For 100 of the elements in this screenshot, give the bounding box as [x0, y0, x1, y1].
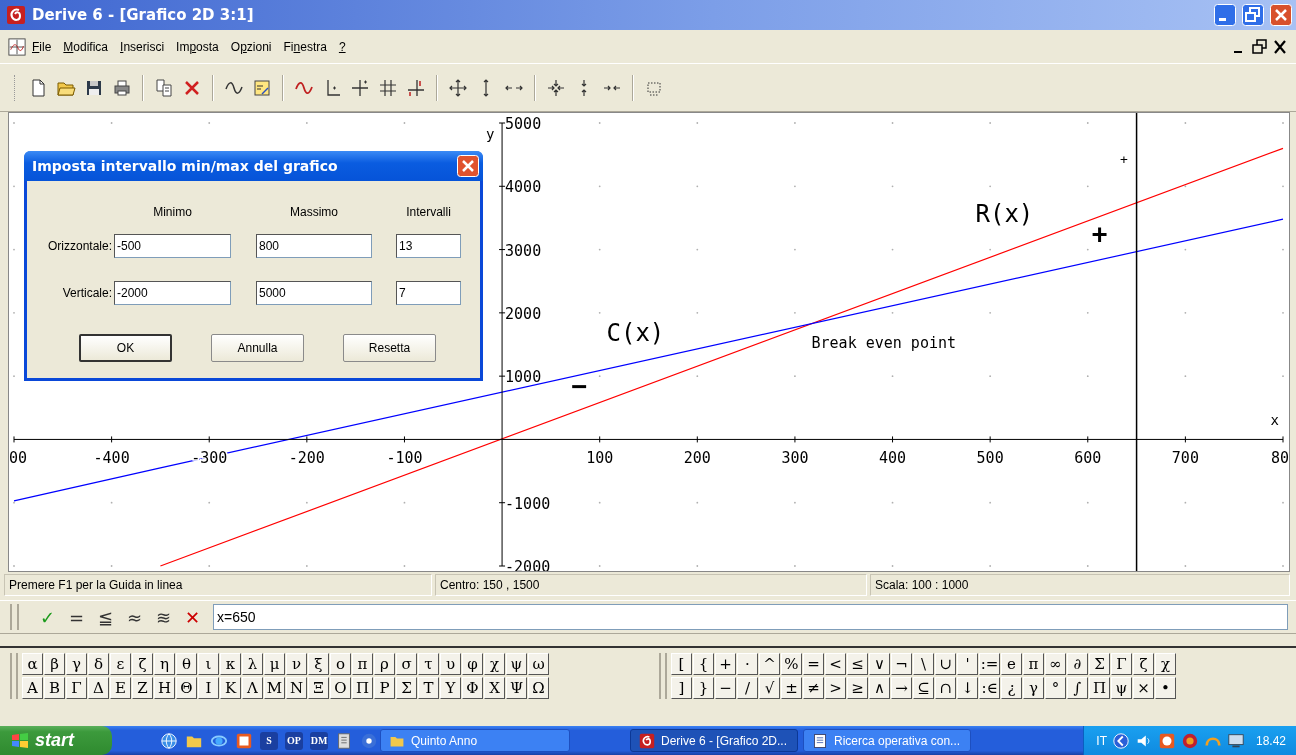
menu-item[interactable]: Inserisci: [114, 37, 171, 56]
symbol-key[interactable]: ×: [1133, 677, 1154, 699]
symbol-key[interactable]: τ: [418, 653, 439, 675]
symbol-key[interactable]: π: [352, 653, 373, 675]
symbol-key[interactable]: <: [825, 653, 846, 675]
symbol-key[interactable]: β: [44, 653, 65, 675]
entry-button[interactable]: =: [62, 604, 91, 630]
symbol-key[interactable]: X: [484, 677, 505, 699]
symbol-key[interactable]: φ: [462, 653, 483, 675]
symbol-key[interactable]: +: [715, 653, 736, 675]
symbol-key[interactable]: σ: [396, 653, 417, 675]
symbol-key[interactable]: B: [44, 677, 65, 699]
menu-item[interactable]: Imposta: [170, 37, 225, 56]
globe-icon[interactable]: [160, 731, 178, 750]
symbol-key[interactable]: P: [374, 677, 395, 699]
symbol-key[interactable]: Ω: [528, 677, 549, 699]
symbol-key[interactable]: Γ: [1111, 653, 1132, 675]
symbol-key[interactable]: K: [220, 677, 241, 699]
symbol-key[interactable]: ψ: [1111, 677, 1132, 699]
symbol-key[interactable]: T: [418, 677, 439, 699]
grip-handle[interactable]: [659, 653, 667, 699]
start-button[interactable]: start: [0, 726, 112, 755]
input-field[interactable]: 7: [396, 281, 461, 305]
symbol-key[interactable]: ±: [781, 677, 802, 699]
symbol-key[interactable]: π: [1023, 653, 1044, 675]
printer-icon[interactable]: [112, 77, 132, 98]
symbol-key[interactable]: O: [330, 677, 351, 699]
grip-handle[interactable]: [10, 653, 18, 699]
symbol-key[interactable]: ι: [198, 653, 219, 675]
symbol-key[interactable]: ∫: [1067, 677, 1088, 699]
symbol-key[interactable]: ∧: [869, 677, 890, 699]
symbol-key[interactable]: :=: [979, 653, 1000, 675]
input-field[interactable]: -500: [114, 234, 231, 258]
menu-item[interactable]: Opzioni: [224, 37, 278, 56]
symbol-key[interactable]: √: [759, 677, 780, 699]
symbol-key[interactable]: Θ: [176, 677, 197, 699]
symbol-key[interactable]: ¬: [891, 653, 912, 675]
menu-item[interactable]: Finestra: [277, 37, 333, 56]
four-arrows-icon[interactable]: [448, 77, 468, 98]
symbol-key[interactable]: :∈: [979, 677, 1000, 699]
expression-field[interactable]: x=650: [213, 604, 1288, 630]
symbol-key[interactable]: κ: [220, 653, 241, 675]
symbol-key[interactable]: Π: [352, 677, 373, 699]
symbol-key[interactable]: ζ: [132, 653, 153, 675]
symbol-key[interactable]: θ: [176, 653, 197, 675]
symbol-key[interactable]: ρ: [374, 653, 395, 675]
symbol-key[interactable]: ': [957, 653, 978, 675]
symbol-key[interactable]: %: [781, 653, 802, 675]
symbol-key[interactable]: δ: [88, 653, 109, 675]
symbol-key[interactable]: υ: [440, 653, 461, 675]
calendar-icon[interactable]: [235, 731, 253, 750]
input-field[interactable]: 800: [256, 234, 372, 258]
symbol-key[interactable]: Y: [440, 677, 461, 699]
input-field[interactable]: 13: [396, 234, 461, 258]
disc-icon[interactable]: [360, 731, 378, 750]
entry-button[interactable]: ≦: [91, 604, 120, 630]
axes-icon[interactable]: [406, 77, 426, 98]
symbol-key[interactable]: ∂: [1067, 653, 1088, 675]
symbol-key[interactable]: ζ: [1133, 653, 1154, 675]
input-field[interactable]: -2000: [114, 281, 231, 305]
symbol-key[interactable]: ∩: [935, 677, 956, 699]
symbol-key[interactable]: =: [803, 653, 824, 675]
symbol-key[interactable]: ε: [110, 653, 131, 675]
crosshair-icon[interactable]: [350, 77, 370, 98]
symbol-key[interactable]: /: [737, 677, 758, 699]
symbol-key[interactable]: Z: [132, 677, 153, 699]
graph-window-icon[interactable]: [8, 37, 26, 56]
symbol-key[interactable]: Γ: [66, 677, 87, 699]
symbol-key[interactable]: [: [671, 653, 692, 675]
grid-icon[interactable]: [378, 77, 398, 98]
symbol-key[interactable]: →: [891, 677, 912, 699]
chart-sheet-icon[interactable]: [252, 77, 272, 98]
symbol-key[interactable]: λ: [242, 653, 263, 675]
symbol-key[interactable]: ¿: [1001, 677, 1022, 699]
menu-item[interactable]: Modifica: [57, 37, 115, 56]
symbol-key[interactable]: ∨: [869, 653, 890, 675]
symbol-key[interactable]: E: [110, 677, 131, 699]
symbol-key[interactable]: \: [913, 653, 934, 675]
symbol-key[interactable]: ∪: [935, 653, 956, 675]
symbol-key[interactable]: >: [825, 677, 846, 699]
symbol-key[interactable]: Ξ: [308, 677, 329, 699]
symbol-key[interactable]: Σ: [1089, 653, 1110, 675]
restore-button[interactable]: [1250, 36, 1270, 57]
symbol-key[interactable]: ↓: [957, 677, 978, 699]
circle-icon[interactable]: [1180, 731, 1199, 750]
clock-icon[interactable]: [1157, 731, 1176, 750]
symbol-key[interactable]: ≠: [803, 677, 824, 699]
symbol-key[interactable]: °: [1045, 677, 1066, 699]
symbol-key[interactable]: e: [1001, 653, 1022, 675]
symbol-key[interactable]: ∞: [1045, 653, 1066, 675]
input-field[interactable]: 5000: [256, 281, 372, 305]
symbol-key[interactable]: ξ: [308, 653, 329, 675]
grip-handle[interactable]: [14, 74, 18, 101]
dialog-button[interactable]: Resetta: [343, 334, 436, 362]
entry-button[interactable]: ≋: [149, 604, 178, 630]
inward-arrows-icon[interactable]: [546, 77, 566, 98]
symbol-key[interactable]: Σ: [396, 677, 417, 699]
symbol-key[interactable]: N: [286, 677, 307, 699]
default-button[interactable]: OK: [79, 334, 172, 362]
symbol-key[interactable]: Ψ: [506, 677, 527, 699]
